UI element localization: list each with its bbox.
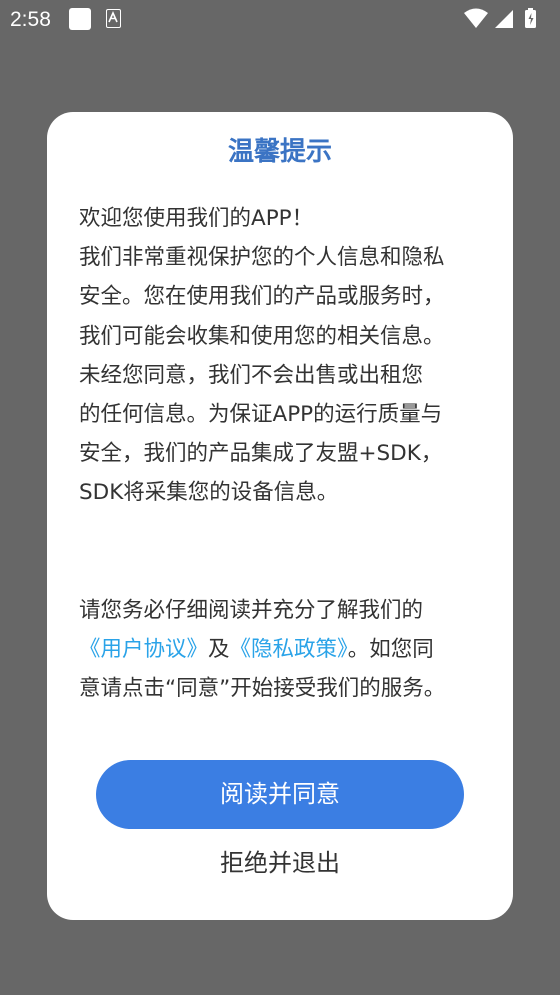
and-text: 及 (208, 637, 230, 663)
user-agreement-link[interactable]: 《用户协议》 (79, 637, 208, 662)
consent-line: 意请点击“同意”开始接受我们的服务。 (79, 676, 446, 702)
body-line: 欢迎您使用我们的APP！ (79, 206, 314, 231)
signal-icon (495, 10, 513, 28)
system-icons (462, 6, 552, 32)
agree-button[interactable]: 阅读并同意 (96, 760, 464, 829)
battery-icon (525, 8, 536, 28)
body-line: 我们可能会收集和使用您的相关信息。 (79, 323, 445, 349)
wifi-icon (464, 8, 488, 28)
body-line: SDK将采集您的设备信息。 (79, 480, 339, 506)
notification-a-icon (106, 9, 121, 28)
body-line: 我们非常重视保护您的个人信息和隐私 (79, 245, 445, 271)
dialog-title: 温馨提示 (227, 137, 332, 167)
consent-links-line: 《用户协议》及《隐私政策》。如您同 (79, 630, 489, 669)
body-line: 的任何信息。为保证APP的运行质量与 (79, 402, 443, 428)
body-line: 未经您同意，我们不会出售或出租您 (79, 362, 424, 388)
body-line: 安全。您在使用我们的产品或服务时， (79, 284, 445, 310)
notification-square-icon (69, 8, 91, 30)
after-links-text: 。如您同 (347, 637, 434, 663)
status-bar: 2:58 (0, 0, 560, 40)
body-line: 安全，我们的产品集成了友盟+SDK， (79, 441, 443, 467)
dialog-body: 欢迎您使用我们的APP！ 我们非常重视保护您的个人信息和隐私 安全。您在使用我们… (79, 199, 489, 513)
consent-line: 请您务必仔细阅读并充分了解我们的 (79, 598, 424, 623)
privacy-policy-link[interactable]: 《隐私政策》 (230, 637, 348, 662)
reject-button[interactable]: 拒绝并退出 (0, 845, 560, 881)
status-time: 2:58 (10, 8, 51, 31)
consent-paragraph: 请您务必仔细阅读并充分了解我们的 《用户协议》及《隐私政策》。如您同 意请点击“… (79, 591, 489, 709)
